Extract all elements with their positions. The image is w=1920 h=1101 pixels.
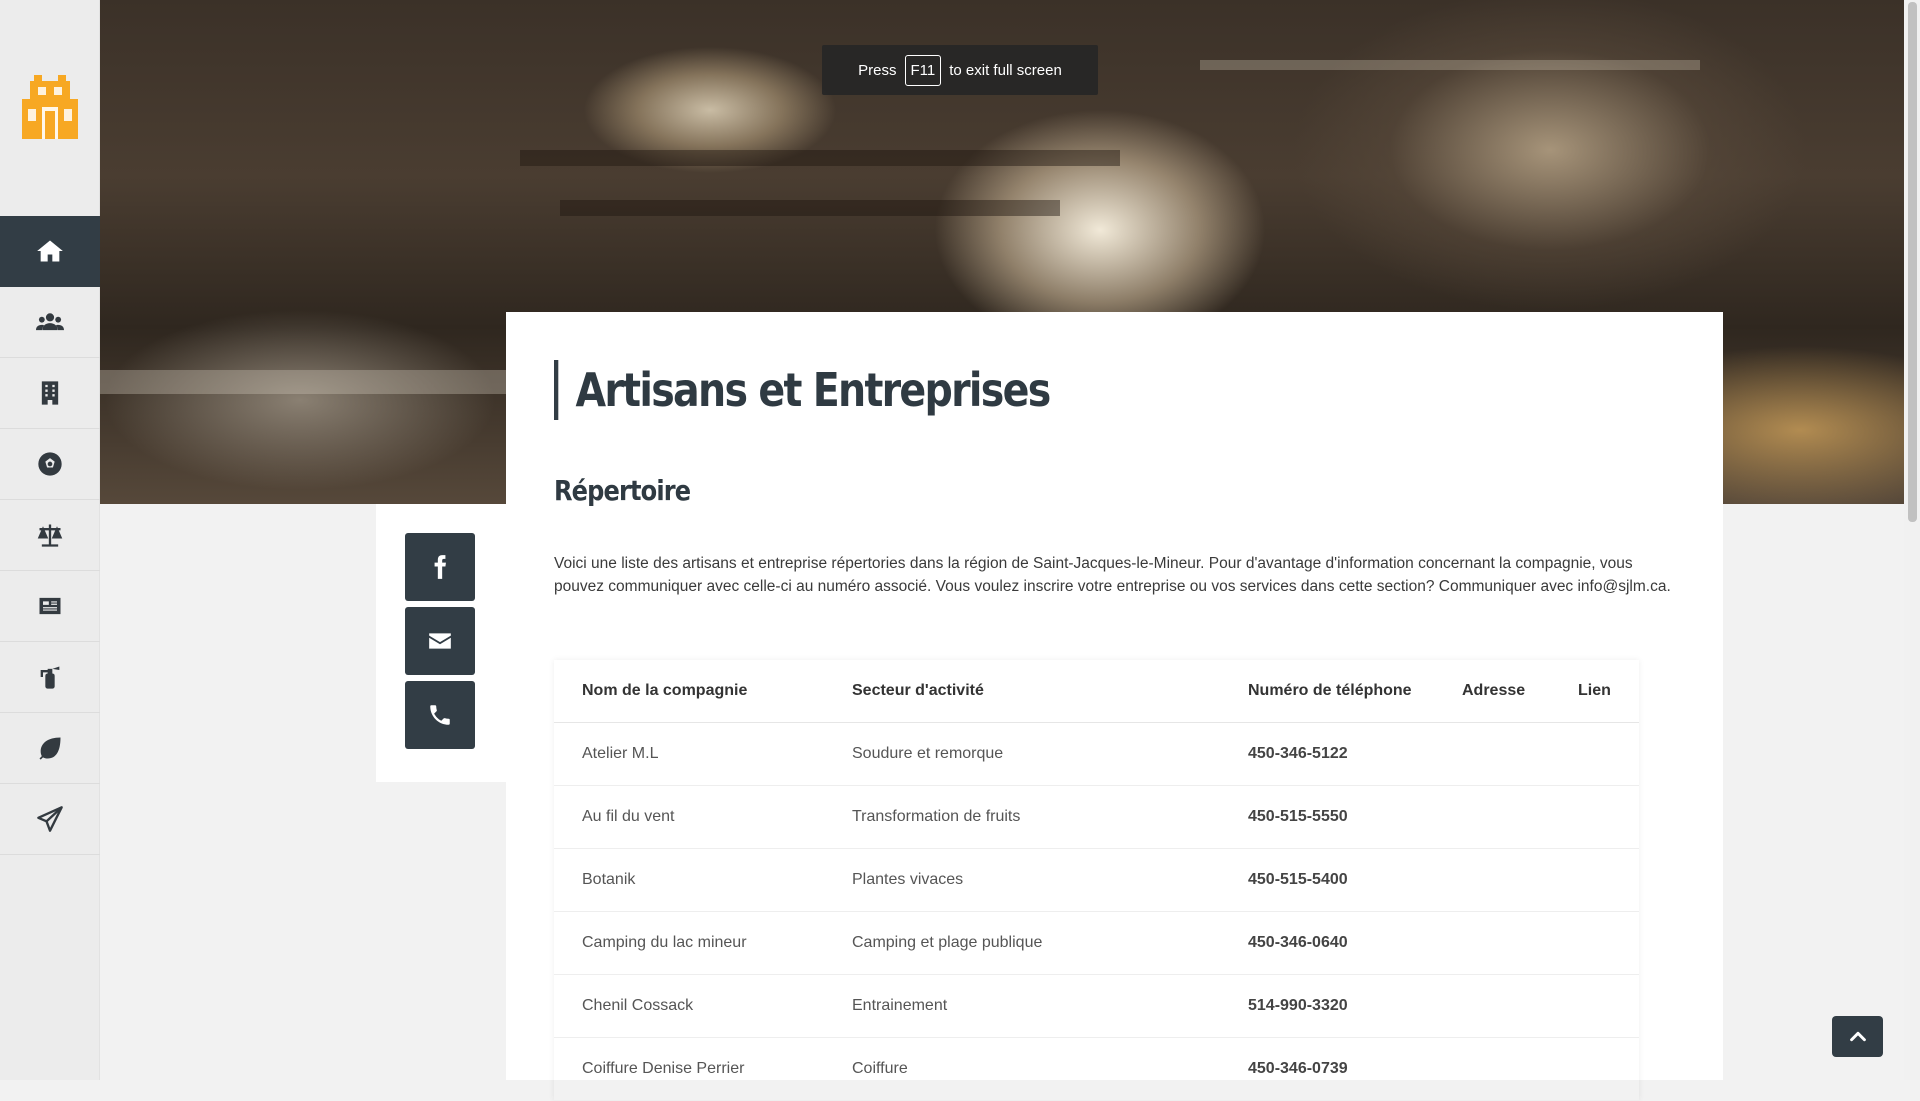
phone-button[interactable] <box>405 681 475 749</box>
sidebar <box>0 0 100 1080</box>
header-link[interactable]: Lien <box>1550 660 1639 723</box>
sidebar-item-security[interactable] <box>0 642 100 713</box>
company-sector: Entrainement <box>824 974 1220 1038</box>
table-row: Botanik Plantes vivaces 450-515-5400 <box>554 848 1639 912</box>
fire-extinguisher-icon <box>40 666 60 689</box>
table-row: Chenil Cossack Entrainement 514-990-3320 <box>554 974 1639 1038</box>
social-links <box>376 504 506 782</box>
email-button[interactable] <box>405 607 475 675</box>
company-sector: Plantes vivaces <box>824 848 1220 912</box>
header-phone[interactable]: Numéro de téléphone <box>1220 660 1434 723</box>
header-company-name[interactable]: Nom de la compagnie <box>554 660 824 723</box>
company-name: Chenil Cossack <box>554 974 824 1038</box>
header-address[interactable]: Adresse <box>1434 660 1550 723</box>
company-name: Atelier M.L <box>554 722 824 786</box>
building-icon <box>41 381 59 405</box>
company-link[interactable] <box>1550 785 1639 849</box>
company-sector: Coiffure <box>824 1037 1220 1101</box>
content-card: Artisans et Entreprises Répertoire Voici… <box>506 312 1723 1101</box>
table-row: Coiffure Denise Perrier Coiffure 450-346… <box>554 1037 1639 1101</box>
back-to-top-button[interactable] <box>1832 1016 1883 1057</box>
company-sector: Transformation de fruits <box>824 785 1220 849</box>
sidebar-item-contact[interactable] <box>0 784 100 855</box>
sidebar-item-citizens[interactable] <box>0 287 100 358</box>
page-scrollbar[interactable] <box>1904 0 1920 1080</box>
table-row: Camping du lac mineur Camping et plage p… <box>554 911 1639 975</box>
fullscreen-notice-suffix: to exit full screen <box>949 61 1062 79</box>
company-phone[interactable]: 450-515-5550 <box>1220 785 1434 849</box>
company-phone[interactable]: 450-515-5400 <box>1220 848 1434 912</box>
company-link[interactable] <box>1550 848 1639 912</box>
page-title: Artisans et Entreprises <box>554 360 1051 420</box>
fullscreen-notice-prefix: Press <box>858 61 897 79</box>
directory-table: Nom de la compagnie Secteur d'activité N… <box>554 660 1639 1101</box>
company-address <box>1434 1037 1550 1101</box>
newspaper-icon <box>39 597 61 615</box>
company-phone[interactable]: 450-346-5122 <box>1220 722 1434 786</box>
fullscreen-notice: Press F11 to exit full screen <box>822 45 1098 95</box>
facebook-icon <box>434 555 446 579</box>
sidebar-item-regulations[interactable] <box>0 500 100 571</box>
company-sector: Soudure et remorque <box>824 722 1220 786</box>
company-phone[interactable]: 514-990-3320 <box>1220 974 1434 1038</box>
table-header-row: Nom de la compagnie Secteur d'activité N… <box>554 660 1639 723</box>
soccer-ball-icon <box>38 452 62 476</box>
company-link[interactable] <box>1550 974 1639 1038</box>
intro-text: Voici une liste des artisans et entrepri… <box>554 555 1671 595</box>
company-name: Camping du lac mineur <box>554 911 824 975</box>
table-row: Atelier M.L Soudure et remorque 450-346-… <box>554 722 1639 786</box>
company-link[interactable] <box>1550 1037 1639 1101</box>
chevron-up-icon <box>1849 1031 1866 1041</box>
company-address <box>1434 785 1550 849</box>
company-address <box>1434 722 1550 786</box>
company-name: Botanik <box>554 848 824 912</box>
company-link[interactable] <box>1550 911 1639 975</box>
leaf-icon <box>39 737 61 760</box>
scales-icon <box>37 524 63 547</box>
house-logo-icon[interactable] <box>20 75 80 139</box>
sidebar-nav <box>0 216 100 855</box>
paper-plane-icon <box>37 806 63 832</box>
sidebar-item-home[interactable] <box>0 216 100 287</box>
company-address <box>1434 848 1550 912</box>
scrollbar-thumb[interactable] <box>1908 2 1917 522</box>
company-phone[interactable]: 450-346-0640 <box>1220 911 1434 975</box>
envelope-icon <box>429 633 451 649</box>
company-phone[interactable]: 450-346-0739 <box>1220 1037 1434 1101</box>
fullscreen-notice-key: F11 <box>904 54 942 86</box>
section-title: Répertoire <box>554 474 691 507</box>
home-icon <box>37 240 63 262</box>
company-link[interactable] <box>1550 722 1639 786</box>
company-name: Au fil du vent <box>554 785 824 849</box>
company-address <box>1434 911 1550 975</box>
sidebar-item-environment[interactable] <box>0 713 100 784</box>
header-sector[interactable]: Secteur d'activité <box>824 660 1220 723</box>
company-name: Coiffure Denise Perrier <box>554 1037 824 1101</box>
sidebar-item-leisure[interactable] <box>0 429 100 500</box>
company-sector: Camping et plage publique <box>824 911 1220 975</box>
facebook-button[interactable] <box>405 533 475 601</box>
sidebar-item-municipality[interactable] <box>0 358 100 429</box>
table-row: Au fil du vent Transformation de fruits … <box>554 785 1639 849</box>
company-address <box>1434 974 1550 1038</box>
phone-icon <box>430 705 450 725</box>
users-icon <box>36 313 64 331</box>
sidebar-item-news[interactable] <box>0 571 100 642</box>
